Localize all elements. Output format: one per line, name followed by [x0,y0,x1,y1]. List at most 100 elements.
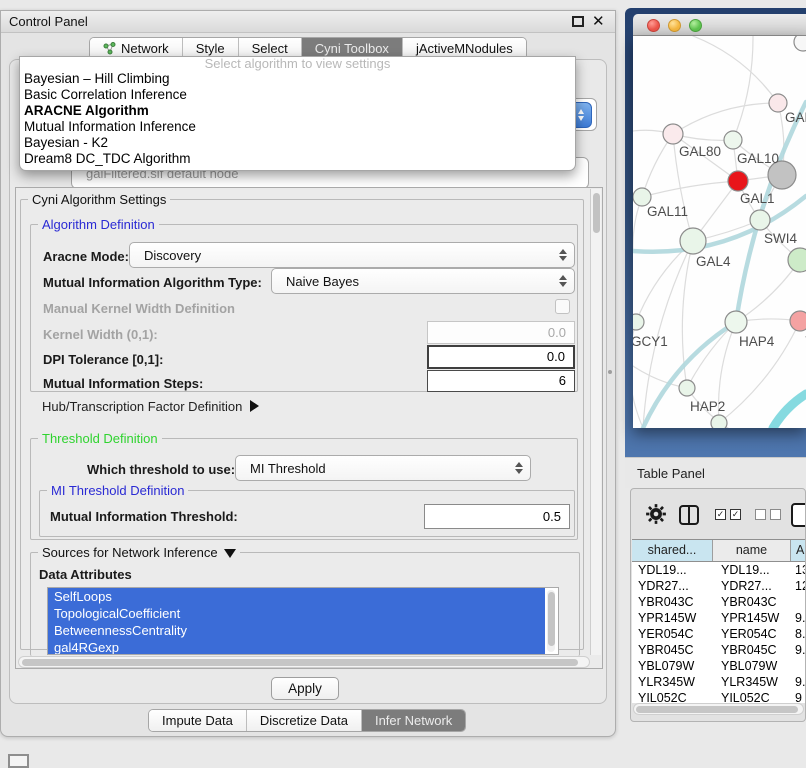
node-GAL1[interactable] [728,171,748,191]
tab-infer-network[interactable]: Infer Network [361,710,465,731]
threshold-definition-title: Threshold Definition [38,431,162,446]
table-cell: YER054C [713,626,791,642]
node-label-SWI4: SWI4 [764,231,797,246]
table-column-header[interactable]: A [791,540,806,561]
node-label-HAP2: HAP2 [690,399,725,414]
table-horizontal-scrollbar[interactable] [633,703,804,715]
algorithm-definition-group: Algorithm Definition Aracne Mode: Discov… [30,224,578,392]
manual-kernel-checkbox[interactable] [555,299,570,314]
algorithm-option[interactable]: ARACNE Algorithm [20,103,575,119]
table-cell: YBL079W [632,658,713,674]
stepper-icon [559,275,567,287]
collapsed-panel-icon[interactable] [8,754,29,768]
node-SWI4[interactable] [750,210,770,230]
hub-definition-label: Hub/Transcription Factor Definition [42,399,242,414]
unchecked-box-icon[interactable] [770,509,781,520]
table-cell: YPR145W [632,610,713,626]
data-attributes-list[interactable]: SelfLoopsTopologicalCoefficientBetweenne… [47,587,559,655]
algorithm-option[interactable]: Bayesian - K2 [20,135,575,151]
cyni-settings-scrollpane: Cyni Algorithm Settings Algorithm Defini… [15,187,603,669]
node-HAP4[interactable] [725,311,747,333]
mi-type-combobox[interactable]: Naive Bayes [271,268,575,294]
network-edge [736,102,806,322]
unchecked-box-icon[interactable] [755,509,766,520]
sources-group-title[interactable]: Sources for Network Inference [38,545,240,560]
which-threshold-combobox[interactable]: MI Threshold [235,455,531,481]
network-graph[interactable]: GALGAL80GAL10GAL1GAL11SWI4GAL4GCY1HAP4YH… [633,36,806,428]
table-cell: YBL079W [713,658,791,674]
hub-definition-section[interactable]: Hub/Transcription Factor Definition [42,399,259,414]
table-cell: YER054C [632,626,713,642]
table-row[interactable]: YIL052CYIL052C9 [632,690,806,703]
settings-horizontal-scrollbar[interactable] [18,656,590,668]
node-n-bottom[interactable] [711,415,727,428]
node-label-GAL4: GAL4 [696,254,731,269]
node-label-GCY1: GCY1 [633,334,668,349]
stepper-icon [515,462,523,474]
close-traffic-light-icon[interactable] [647,19,660,32]
table-row[interactable]: YBR043CYBR043C [632,594,806,610]
node-n-top[interactable] [794,36,806,51]
table-row[interactable]: YER054CYER054C8. [632,626,806,642]
table-cell: 8. [791,626,806,642]
dropdown-placeholder: Select algorithm to view settings [20,57,575,71]
tab-discretize-data[interactable]: Discretize Data [246,710,361,731]
checked-box-icon[interactable]: ✓ [715,509,726,520]
table-column-header[interactable]: name [713,540,791,561]
node-GAL4[interactable] [680,228,706,254]
apply-button[interactable]: Apply [271,677,339,700]
attributes-scrollbar[interactable] [547,590,555,652]
close-icon[interactable]: ✕ [592,12,605,30]
table-row[interactable]: YBL079WYBL079W [632,658,806,674]
table-row[interactable]: YBR045CYBR045C9. [632,642,806,658]
network-view-window: GALGAL80GAL10GAL1GAL11SWI4GAL4GCY1HAP4YH… [625,8,806,457]
table-cell: 9. [791,610,806,626]
checked-box-icon[interactable]: ✓ [730,509,741,520]
node-green-r[interactable] [788,248,806,272]
node-label-HAP4: HAP4 [739,334,775,349]
expand-right-icon[interactable] [250,400,259,412]
tab-impute-data[interactable]: Impute Data [149,710,246,731]
zoom-traffic-light-icon[interactable] [689,19,702,32]
threshold-definition-group: Threshold Definition Which threshold to … [30,438,578,540]
table-row[interactable]: YDL19...YDL19...13 [632,562,806,578]
attribute-item[interactable]: TopologicalCoefficient [48,605,545,622]
dpi-tolerance-field[interactable]: 0.0 [427,345,575,369]
table-cell [791,594,806,610]
minimize-traffic-light-icon[interactable] [668,19,681,32]
node-label-GAL1: GAL1 [740,191,775,206]
float-window-icon[interactable] [572,16,584,27]
table-row[interactable]: YDR27...YDR27...12 [632,578,806,594]
table-row[interactable]: YLR345WYLR345W9. [632,674,806,690]
node-GAL80[interactable] [663,124,683,144]
settings-vertical-scrollbar[interactable] [590,189,601,655]
network-window-titlebar [633,14,806,36]
splitpane-handle[interactable] [608,370,612,374]
show-columns-icon[interactable] [679,505,699,525]
table-panel: ✓ ✓ shared...nameA YDL19...YDL19...13YDR… [630,488,806,722]
kernel-width-field[interactable]: 0.0 [427,321,575,344]
table-row[interactable]: YPR145WYPR145W9. [632,610,806,626]
gear-icon[interactable] [645,503,667,525]
table-cell: YPR145W [713,610,791,626]
algorithm-option[interactable]: Dream8 DC_TDC Algorithm [20,151,575,167]
attribute-item[interactable]: SelfLoops [48,588,545,605]
mi-threshold-field[interactable]: 0.5 [424,504,570,529]
network-canvas[interactable]: GALGAL80GAL10GAL1GAL11SWI4GAL4GCY1HAP4YH… [633,36,806,428]
algorithm-option[interactable]: Basic Correlation Inference [20,87,575,103]
node-GAL10[interactable] [724,131,742,149]
which-threshold-value: MI Threshold [250,456,326,480]
table-column-header[interactable]: shared... [632,540,713,561]
collapse-down-icon[interactable] [224,549,236,558]
mi-steps-field[interactable]: 6 [427,370,575,392]
node-HAP2[interactable] [679,380,695,396]
node-GCY1[interactable] [633,314,644,330]
attribute-item[interactable]: BetweennessCentrality [48,622,545,639]
node-Y[interactable] [790,311,806,331]
manual-kernel-label: Manual Kernel Width Definition [43,301,235,316]
aracne-mode-combobox[interactable]: Discovery [129,242,575,268]
table-mode-icon[interactable] [791,503,806,527]
algorithm-option[interactable]: Mutual Information Inference [20,119,575,135]
algorithm-option[interactable]: Bayesian – Hill Climbing [20,71,575,87]
attribute-item[interactable]: gal4RGexp [48,639,545,655]
